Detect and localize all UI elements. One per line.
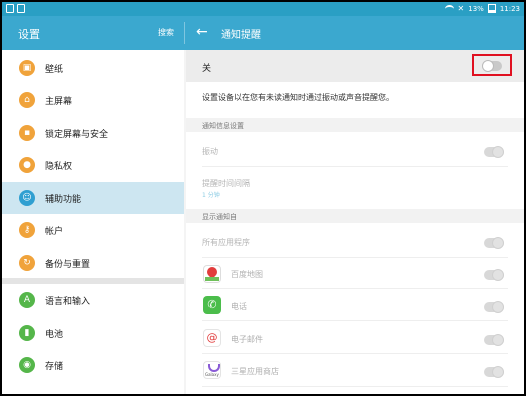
no-signal-icon: ✕ (457, 4, 465, 13)
sidebar-item-battery[interactable]: ▮ 电池 (2, 317, 184, 349)
app-toggle-baidu-map[interactable] (484, 269, 504, 281)
sidebar-item-accessibility[interactable]: ☺ 辅助功能 (2, 182, 184, 214)
sidebar-item-lock-screen[interactable]: ▪ 锁定屏幕与安全 (2, 117, 184, 149)
all-apps-toggle[interactable] (484, 237, 504, 249)
toggle-knob (492, 301, 504, 313)
page-title: 通知提醒 (221, 30, 261, 41)
home-icon: ⌂ (19, 92, 35, 108)
section-title: 显示通知自 (202, 213, 237, 221)
header-divider (184, 22, 185, 44)
settings-sidebar: ▣ 壁纸 ⌂ 主屏幕 ▪ 锁定屏幕与安全 ● 隐私权 ☺ 辅助功能 ⚷ 帐户 ↻… (2, 50, 184, 394)
master-toggle-label: 关 (202, 64, 212, 74)
sidebar-item-label: 隐私权 (45, 161, 73, 172)
interval-label[interactable]: 提醒时间间隔 (202, 178, 250, 189)
app-name: 百度地图 (231, 270, 263, 279)
section-header-notification-settings: 通知信息设置 (186, 118, 524, 132)
sidebar-item-label: 壁纸 (45, 64, 64, 75)
lock-icon: ▪ (19, 125, 35, 141)
app-name: 三星应用商店 (231, 367, 279, 376)
sidebar-item-label: 锁定屏幕与安全 (45, 129, 109, 140)
status-indicators: ✕ 13% 11:23 (444, 4, 520, 13)
toggle-knob (482, 60, 494, 72)
vibration-label: 振动 (202, 147, 218, 156)
settings-title: 设置 (18, 28, 40, 41)
wifi-icon (444, 4, 454, 13)
sidebar-item-label: 电池 (45, 329, 64, 340)
master-toggle-switch[interactable] (482, 60, 502, 72)
privacy-icon: ● (19, 157, 35, 173)
status-notifications (6, 4, 25, 13)
toggle-knob (492, 366, 504, 378)
divider (202, 288, 508, 289)
divider (202, 386, 508, 387)
notification-reminder-panel: 关 设置设备以在您有未读通知时通过振动或声音提醒您。 通知信息设置 振动 提醒时… (186, 50, 524, 394)
sidebar-item-home-screen[interactable]: ⌂ 主屏幕 (2, 84, 184, 116)
toggle-knob (492, 237, 504, 249)
divider (202, 257, 508, 258)
language-icon: A (19, 292, 35, 308)
battery-icon (487, 4, 496, 13)
back-arrow-icon[interactable]: ← (196, 22, 208, 42)
baidu-map-icon (203, 265, 221, 283)
sidebar-item-label: 语言和输入 (45, 296, 91, 307)
battery-icon: ▮ (19, 325, 35, 341)
sidebar-item-label: 辅助功能 (45, 194, 82, 205)
description-text: 设置设备以在您有未读通知时通过振动或声音提醒您。 (202, 93, 394, 102)
sidebar-item-label: 备份与重置 (45, 259, 91, 270)
status-bar: ✕ 13% 11:23 (2, 2, 524, 16)
toggle-knob (492, 334, 504, 346)
divider (202, 353, 508, 354)
sidebar-item-accounts[interactable]: ⚷ 帐户 (2, 214, 184, 246)
divider (202, 320, 508, 321)
sidebar-item-privacy[interactable]: ● 隐私权 (2, 149, 184, 181)
divider (202, 166, 508, 167)
sidebar-item-storage[interactable]: ◉ 存储 (2, 349, 184, 381)
sidebar-item-label: 存储 (45, 361, 64, 372)
wallpaper-icon: ▣ (19, 60, 35, 76)
master-toggle-row[interactable]: 关 (186, 50, 524, 82)
email-icon: @ (203, 329, 221, 347)
key-icon: ⚷ (19, 222, 35, 238)
all-apps-label: 所有应用程序 (202, 238, 250, 247)
search-button[interactable]: 搜索 (158, 27, 174, 38)
section-title: 通知信息设置 (202, 122, 244, 130)
file-icon (17, 4, 25, 13)
toggle-knob (492, 146, 504, 158)
settings-header: 设置 搜索 (2, 16, 184, 50)
sidebar-item-backup-reset[interactable]: ↻ 备份与重置 (2, 247, 184, 279)
sidebar-item-label: 主屏幕 (45, 96, 73, 107)
storage-icon: ◉ (19, 357, 35, 373)
toggle-knob (492, 269, 504, 281)
section-header-show-from: 显示通知自 (186, 209, 524, 223)
sidebar-item-label: 帐户 (45, 226, 64, 237)
app-header: 设置 搜索 ← 通知提醒 (2, 16, 524, 50)
screen: ✕ 13% 11:23 设置 搜索 ← 通知提醒 ▣ 壁纸 ⌂ 主屏幕 ▪ 锁定… (2, 2, 524, 394)
backup-icon: ↻ (19, 255, 35, 271)
interval-value: 1 分钟 (202, 192, 220, 199)
app-toggle-email[interactable] (484, 334, 504, 346)
app-toggle-phone[interactable] (484, 301, 504, 313)
sidebar-item-wallpaper[interactable]: ▣ 壁纸 (2, 52, 184, 84)
clock: 11:23 (499, 4, 520, 13)
phone-icon: ✆ (203, 296, 221, 314)
battery-percent: 13% (468, 4, 484, 13)
sidebar-item-language-input[interactable]: A 语言和输入 (2, 284, 184, 316)
galaxy-apps-icon (203, 361, 221, 379)
vibration-toggle[interactable] (484, 146, 504, 158)
app-toggle-galaxy-apps[interactable] (484, 366, 504, 378)
screenshot-icon (6, 4, 14, 13)
accessibility-icon: ☺ (19, 190, 35, 206)
app-name: 电子邮件 (231, 335, 263, 344)
app-name: 电话 (231, 302, 247, 311)
